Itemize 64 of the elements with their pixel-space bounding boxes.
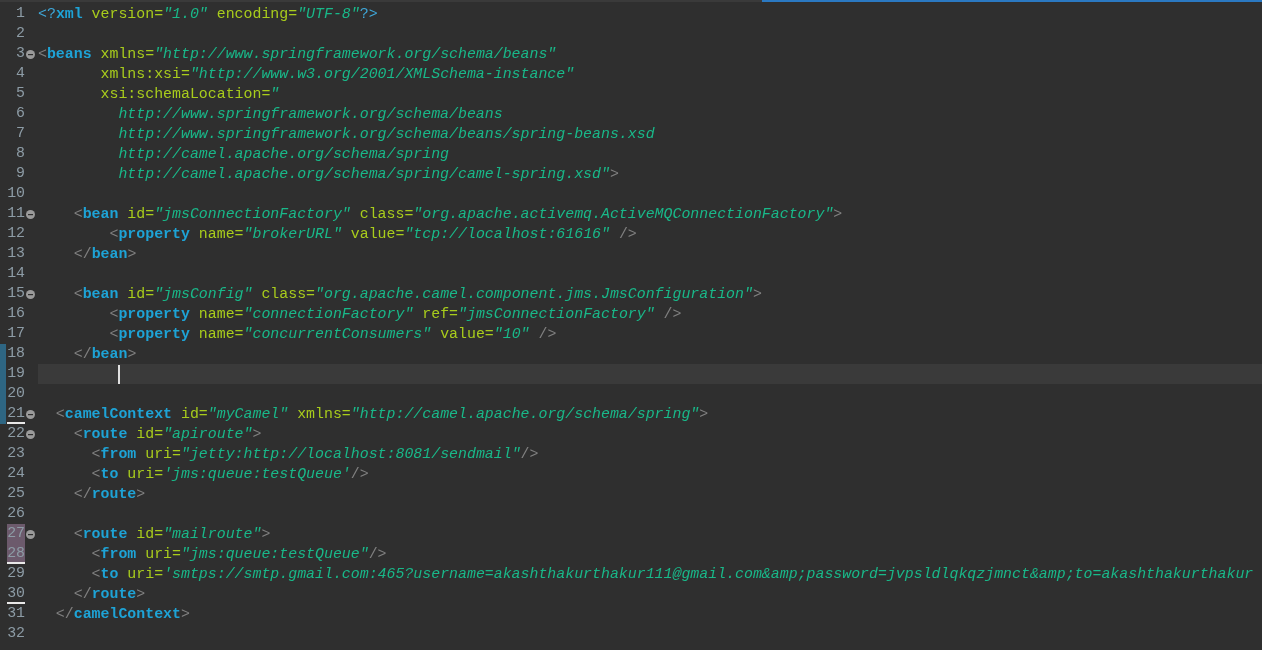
code-line: xmlns:xsi="http://www.w3.org/2001/XMLSchema-instance" xyxy=(99,65,575,84)
line-number: 32 xyxy=(7,624,25,643)
line-number: 16 xyxy=(7,304,25,323)
collapse-icon[interactable] xyxy=(26,49,35,59)
collapse-icon[interactable] xyxy=(26,529,35,539)
collapse-icon[interactable] xyxy=(26,429,35,439)
line-number: 13 xyxy=(7,244,25,263)
collapse-icon[interactable] xyxy=(26,289,35,299)
line-number: 11 xyxy=(7,204,25,223)
code-line: <to uri='smtps://smtp.gmail.com:465?username=akashthakurthakur111@gmail.com&amp;password=jvpsldlqkqzjmnct&amp;to=akashthakurthakur xyxy=(90,565,1254,584)
code-line: <beans xmlns="http://www.springframework.org/schema/beans" xyxy=(38,45,557,64)
code-line: </bean> xyxy=(72,245,137,264)
line-number: 10 xyxy=(7,184,25,203)
line-number: 15 xyxy=(7,284,25,303)
code-line: <route id="mailroute"> xyxy=(72,525,271,544)
line-number: 21 xyxy=(7,404,25,424)
code-line: </bean> xyxy=(72,345,137,364)
line-number: 22 xyxy=(7,424,25,443)
code-line: <to uri='jms:queue:testQueue'/> xyxy=(90,465,369,484)
code-line: <bean id="jmsConfig" class="org.apache.camel.component.jms.JmsConfiguration"> xyxy=(72,285,762,304)
code-line: <bean id="jmsConnectionFactory" class="org.apache.activemq.ActiveMQConnectionFactory"> xyxy=(72,205,843,224)
code-line: http://camel.apache.org/schema/spring/camel-spring.xsd"> xyxy=(117,165,619,184)
code-line: http://www.springframework.org/schema/beans/spring-beans.xsd xyxy=(117,125,655,144)
code-line: http://camel.apache.org/schema/spring xyxy=(117,145,450,164)
line-number: 14 xyxy=(7,264,25,283)
line-number: 8 xyxy=(16,144,25,163)
collapse-icon[interactable] xyxy=(26,209,35,219)
line-number: 27 xyxy=(7,524,25,544)
text-cursor xyxy=(118,364,120,384)
line-number: 6 xyxy=(16,104,25,123)
line-number: 19 xyxy=(7,364,25,383)
line-number: 26 xyxy=(7,504,25,523)
code-line: <?xml version="1.0" encoding="UTF-8"?> xyxy=(38,5,378,24)
line-number: 4 xyxy=(16,64,25,83)
code-line: <property name="concurrentConsumers" value="10" /> xyxy=(108,325,557,344)
line-number: 24 xyxy=(7,464,25,483)
code-line: <property name="connectionFactory" ref="jmsConnectionFactory" /> xyxy=(108,305,682,324)
code-line: <from uri="jms:queue:testQueue"/> xyxy=(90,545,387,564)
line-number: 17 xyxy=(7,324,25,343)
code-line: <route id="apiroute"> xyxy=(72,425,262,444)
line-number: 2 xyxy=(16,24,25,43)
line-number: 9 xyxy=(16,164,25,183)
line-number: 20 xyxy=(7,384,25,403)
line-number: 25 xyxy=(7,484,25,503)
line-number: 5 xyxy=(16,84,25,103)
collapse-icon[interactable] xyxy=(26,409,35,419)
code-line: <property name="brokerURL" value="tcp://localhost:61616" /> xyxy=(108,225,637,244)
line-number: 30 xyxy=(7,584,25,604)
line-number: 7 xyxy=(16,124,25,143)
code-line: <from uri="jetty:http://localhost:8081/sendmail"/> xyxy=(90,445,539,464)
line-number: 29 xyxy=(7,564,25,583)
code-line: http://www.springframework.org/schema/beans xyxy=(117,105,503,124)
code-line: </route> xyxy=(72,585,146,604)
line-number: 28 xyxy=(7,544,25,564)
code-line: </route> xyxy=(72,485,146,504)
line-number: 1 xyxy=(16,4,25,23)
code-line: xsi:schemaLocation=" xyxy=(99,85,280,104)
line-number: 12 xyxy=(7,224,25,243)
line-number: 31 xyxy=(7,604,25,623)
code-line: </camelContext> xyxy=(54,605,190,624)
code-line: <camelContext id="myCamel" xmlns="http://camel.apache.org/schema/spring"> xyxy=(54,405,709,424)
line-number: 23 xyxy=(7,444,25,463)
line-number: 3 xyxy=(16,44,25,63)
line-number: 18 xyxy=(7,344,25,363)
